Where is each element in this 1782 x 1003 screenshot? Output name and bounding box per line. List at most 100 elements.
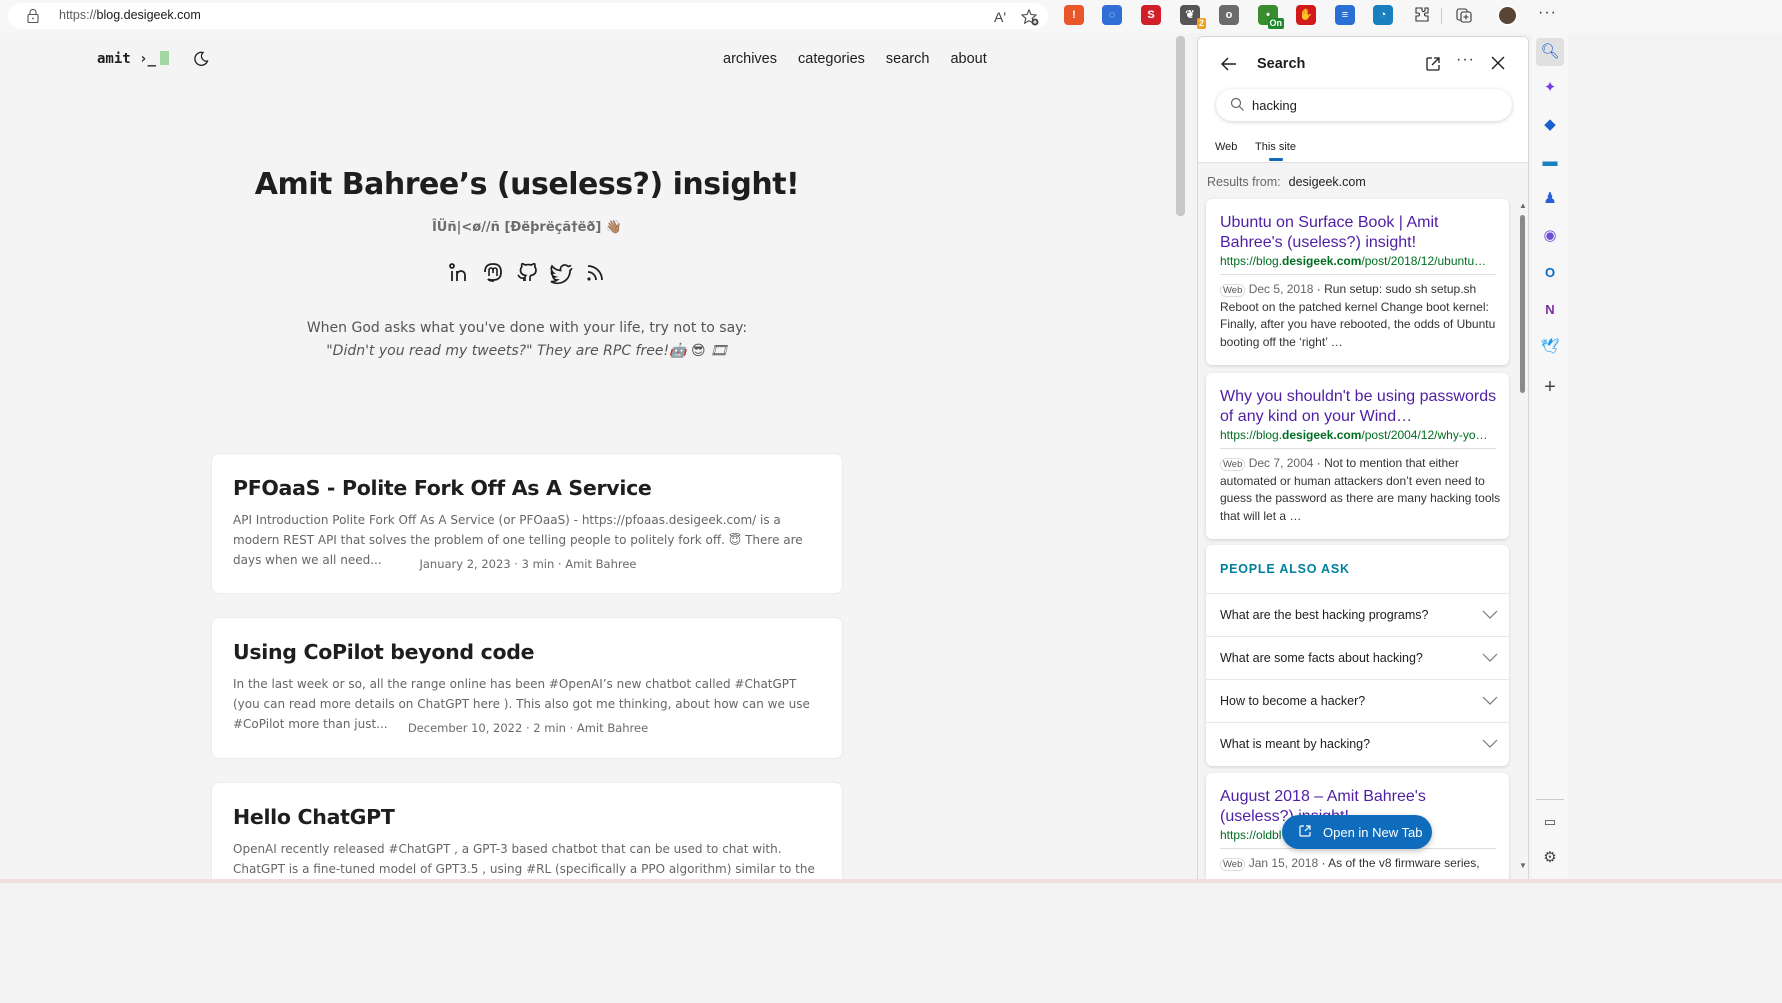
result-date: Dec 7, 2004 [1248,456,1314,470]
tab-web[interactable]: Web [1215,141,1237,153]
rail-office-icon[interactable]: ◉ [1536,222,1564,250]
result-snippet: Web Jan 15, 2018 · As of the v8 firmware… [1220,855,1502,873]
address-bar[interactable]: https://blog.desigeek.com Aʹ [8,3,1048,29]
linkedin-icon[interactable] [447,261,471,285]
paa-question[interactable]: What are some facts about hacking? [1206,636,1509,679]
profile-avatar[interactable] [1497,5,1518,26]
rail-sidebar-toggle-icon[interactable]: ▭ [1536,808,1564,836]
rail-add-icon[interactable]: + [1536,373,1564,401]
search-input[interactable] [1252,95,1492,115]
back-arrow-icon[interactable] [1218,53,1240,75]
web-badge: Web [1220,458,1246,471]
post-card[interactable]: Hello ChatGPT OpenAI recently released #… [211,782,843,883]
result-url[interactable]: https://blog.desigeek.com/post/2018/12/u… [1220,254,1498,268]
open-external-icon[interactable] [1424,55,1442,73]
ext-office-icon[interactable]: o [1219,5,1239,25]
page-scrollbar[interactable] [1176,36,1185,216]
settings-more-icon[interactable]: ··· [1538,4,1557,22]
scroll-down-arrow[interactable]: ▼ [1519,861,1527,870]
ext-animal-icon[interactable]: ❦ 2 [1180,5,1206,29]
close-icon[interactable] [1488,53,1508,73]
url-part: /post/2004/12/why-yo… [1361,428,1488,442]
read-aloud-icon[interactable]: Aʹ [990,7,1010,27]
rail-outlook-icon[interactable]: O [1536,259,1564,287]
collections-icon[interactable] [1454,5,1474,25]
results-from-site[interactable]: desigeek.com [1289,175,1366,189]
post-excerpt: OpenAI recently released #ChatGPT , a GP… [233,842,815,883]
pane-search-box[interactable] [1216,89,1512,121]
search-result: Ubuntu on Surface Book | Amit Bahree's (… [1206,199,1509,365]
paa-question-text: What is meant by hacking? [1220,737,1371,751]
post-card[interactable]: PFOaaS - Polite Fork Off As A Service AP… [211,453,843,594]
ext-chat-icon[interactable]: ◌ [1102,5,1122,25]
nav-archives[interactable]: archives [723,51,777,67]
open-in-new-tab-button[interactable]: Open in New Tab [1282,815,1432,849]
post-meta: January 2, 2023 · 3 min · Amit Bahree [419,557,637,571]
people-also-ask: PEOPLE ALSO ASK What are the best hackin… [1206,545,1509,766]
theme-toggle-moon-icon[interactable] [193,51,209,67]
site-logo[interactable]: amit ›_ [97,51,170,67]
twitter-icon[interactable] [549,261,573,285]
result-title[interactable]: Why you shouldn't be using passwords of … [1220,387,1500,427]
ext-s-icon[interactable]: S [1141,5,1161,25]
logo-cursor [160,51,170,65]
chevron-down-icon [1482,610,1498,619]
pane-title: Search [1257,56,1306,72]
url-part: https://blog. [1220,428,1283,442]
sidebar-rail: 🔍︎ ✦ ◆ ▬ ♟ ◉ O N 🕊︎ + ▭ ⚙ [1532,33,1568,883]
pane-scrollbar-thumb[interactable] [1520,215,1525,393]
paa-question[interactable]: How to become a hacker? [1206,679,1509,722]
add-favorite-icon[interactable] [1020,7,1040,27]
url-scheme: https:// [59,8,97,22]
rail-onenote-icon[interactable]: N [1536,296,1564,324]
web-badge: Web [1220,858,1246,871]
paa-question[interactable]: What are the best hacking programs? [1206,593,1509,636]
blog-title: Amit Bahree’s (useless?) insight! [254,167,800,202]
post-title[interactable]: Hello ChatGPT [233,805,395,829]
nav-about[interactable]: about [950,51,986,67]
extension-badge: 2 [1196,18,1206,29]
rail-copilot-icon[interactable]: ✦ [1536,74,1564,102]
rail-games-icon[interactable]: ♟ [1536,185,1564,213]
results-from: Results from: desigeek.com [1207,175,1366,189]
nav-categories[interactable]: categories [798,51,865,67]
tab-this-site[interactable]: This site [1255,141,1296,161]
rss-icon[interactable] [583,261,607,285]
tagline-line-2: "Didn't you read my tweets?" They are RP… [326,343,728,359]
post-title[interactable]: PFOaaS - Polite Fork Off As A Service [233,476,652,500]
search-icon [1230,97,1244,111]
ext-lock-clock-icon[interactable]: ◔ [1373,5,1393,25]
url-part: https://blog. [1220,254,1283,268]
scroll-up-arrow[interactable]: ▲ [1519,201,1527,210]
post-title[interactable]: Using CoPilot beyond code [233,640,535,664]
window-bottom-edge [0,879,1782,883]
ext-feather-icon[interactable]: ≡ [1335,5,1355,25]
pane-more-icon[interactable]: ··· [1456,51,1475,69]
result-snippet: Web Dec 7, 2004 · Not to mention that ei… [1220,456,1501,523]
site-nav: archives categories search about [723,51,987,67]
ext-tomato-icon[interactable]: • On [1258,5,1284,29]
paa-question[interactable]: What is meant by hacking? [1206,722,1509,765]
nav-search[interactable]: search [886,51,930,67]
result-title[interactable]: Ubuntu on Surface Book | Amit Bahree's (… [1220,213,1500,253]
url-domain: desigeek.com [1282,254,1362,268]
rail-settings-icon[interactable]: ⚙ [1536,844,1564,872]
lock-icon [27,9,39,24]
post-card[interactable]: Using CoPilot beyond code In the last we… [211,617,843,759]
rail-shopping-icon[interactable]: ◆ [1536,111,1564,139]
ext-alert-icon[interactable]: ! [1064,5,1084,25]
result-divider [1220,448,1496,449]
result-url[interactable]: https://blog.desigeek.com/post/2004/12/w… [1220,428,1498,442]
mastodon-icon[interactable] [481,261,505,285]
rail-search-icon[interactable]: 🔍︎ [1536,38,1564,66]
paa-title: PEOPLE ALSO ASK [1220,562,1350,576]
logo-text: amit [97,51,131,67]
rail-twitter-icon[interactable]: 🕊︎ [1536,333,1564,361]
snippet-text: As of the v8 firmware series, [1328,856,1480,870]
github-icon[interactable] [515,261,539,285]
extensions-icon[interactable] [1412,5,1432,25]
ext-stop-icon[interactable]: ✋ [1296,5,1316,25]
address-url[interactable]: https://blog.desigeek.com [59,8,201,22]
search-side-pane: Search ··· Web This site Results from: de… [1197,36,1529,883]
rail-tools-icon[interactable]: ▬ [1536,148,1564,176]
